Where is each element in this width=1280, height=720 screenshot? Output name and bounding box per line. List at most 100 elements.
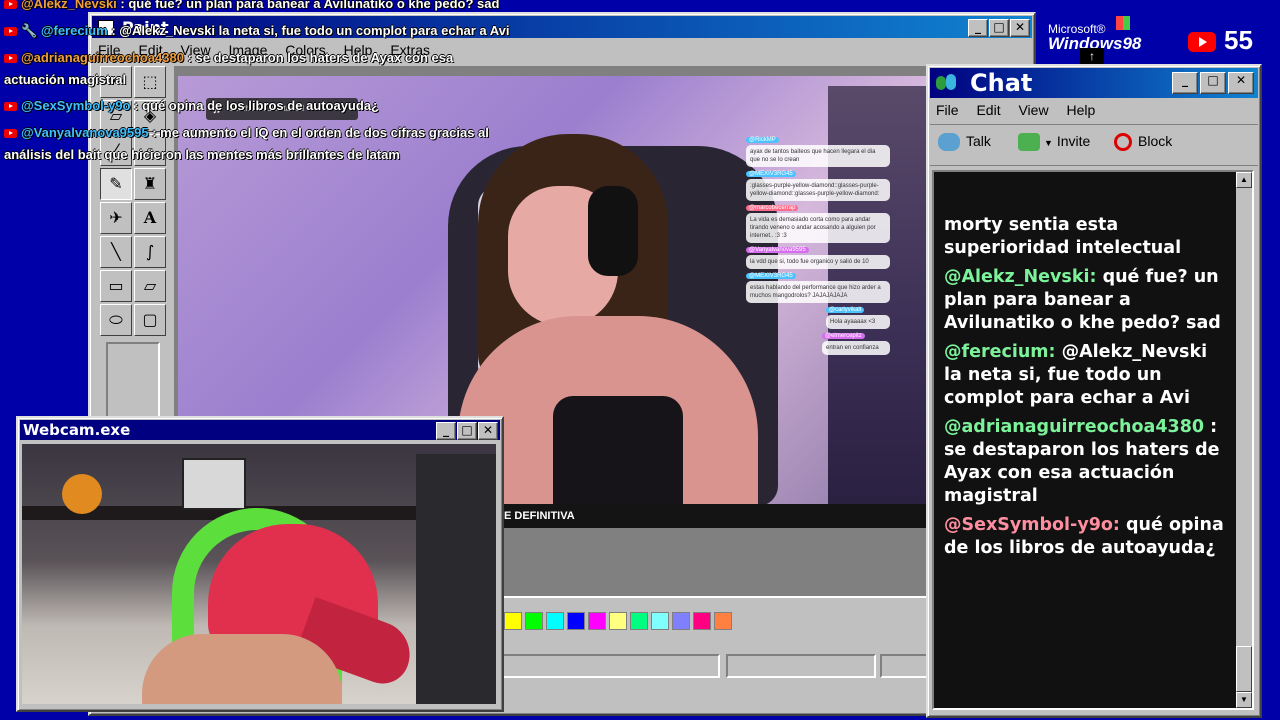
youtube-count: 55 xyxy=(1224,25,1253,55)
youtube-play-icon xyxy=(1199,37,1207,47)
webcam-title: Webcam.exe xyxy=(23,421,131,439)
chat-message: @ferecium: @Alekz_Nevski la neta si, fue… xyxy=(944,342,1208,408)
chat-titlebar[interactable]: Chat _ □ ✕ xyxy=(930,68,1258,98)
invite-icon xyxy=(1018,133,1040,152)
chat-menu-edit[interactable]: Edit xyxy=(976,102,1000,118)
cursor-icon: ↑ xyxy=(1080,48,1104,64)
chat-minimize-button[interactable]: _ xyxy=(1172,72,1198,94)
bubble: @carlyvikalt Hola ayaaaax <3 xyxy=(746,306,890,329)
palette-swatch[interactable] xyxy=(651,612,669,630)
bubble: @MEXIV3RG45:glasses-purple-yellow-diamon… xyxy=(746,170,890,201)
overlay-chat-line-cont: actuación magistral xyxy=(4,72,127,87)
chat-message-area: ▲ ▼ morty sentia esta superioridad intel… xyxy=(932,170,1254,710)
palette-swatch[interactable] xyxy=(588,612,606,630)
stream-chat-bubbles: @RickMP ayax de tantos baiteos que hacen … xyxy=(746,136,890,358)
talk-button[interactable]: Talk xyxy=(938,133,991,152)
youtube-icon xyxy=(4,129,17,139)
youtube-icon xyxy=(4,0,17,10)
webcam-window: Webcam.exe _ □ ✕ xyxy=(16,416,504,712)
scroll-up-arrow-icon[interactable]: ▲ xyxy=(1236,172,1252,188)
chat-menu-file[interactable]: File xyxy=(936,102,959,118)
block-button[interactable]: Block xyxy=(1114,133,1172,152)
brush-tool-icon[interactable]: ♜ xyxy=(134,168,166,200)
youtube-icon xyxy=(4,54,17,64)
status-pane-1 xyxy=(502,654,720,678)
webcam-box xyxy=(182,458,246,510)
chat-message: @SexSymbol-y9o: qué opina de los libros … xyxy=(944,515,1224,558)
chat-username: @SexSymbol-y9o: xyxy=(944,515,1120,535)
block-icon xyxy=(1114,133,1132,152)
banner-text: E DEFINITIVA xyxy=(504,510,575,522)
scroll-thumb[interactable] xyxy=(1236,646,1252,692)
chat-message: morty sentia esta superioridad intelectu… xyxy=(944,215,1182,258)
bubble: @MEXIV3RG45 estas hablando del performanc… xyxy=(746,272,890,303)
palette-swatch[interactable] xyxy=(714,612,732,630)
chat-close-button[interactable]: ✕ xyxy=(1228,72,1254,94)
paint-minimize-button[interactable]: _ xyxy=(968,19,988,37)
rectangle-tool-icon[interactable]: ▭ xyxy=(100,270,132,302)
chat-messages: morty sentia esta superioridad intelectu… xyxy=(944,214,1228,566)
overlay-chat-line: @adrianaguirreochoa4380 : se destaparon … xyxy=(4,50,453,65)
chat-menu-help[interactable]: Help xyxy=(1066,102,1095,118)
overlay-chat-line-cont: análisis del bait que hicieron las mente… xyxy=(4,147,400,162)
bubble: @RickMP ayax de tantos baiteos que hacen … xyxy=(746,136,890,167)
bubble: @marcobecerrap La vida es demasiado corta… xyxy=(746,204,890,243)
dropdown-arrow-icon: ▼ xyxy=(1044,138,1053,148)
webcam-titlebar[interactable]: Webcam.exe _ □ ✕ xyxy=(20,420,500,440)
webcam-figures xyxy=(62,474,102,514)
line-tool-icon[interactable]: ╲ xyxy=(100,236,132,268)
chat-scrollbar[interactable]: ▲ ▼ xyxy=(1236,172,1252,708)
palette-swatch[interactable] xyxy=(525,612,543,630)
chat-title: Chat xyxy=(970,69,1033,97)
paint-close-button[interactable]: ✕ xyxy=(1010,19,1030,37)
bubble: @Vanyalvanova9595 la vdd que si, todo fue… xyxy=(746,246,890,269)
tool-options-box[interactable] xyxy=(106,342,160,426)
paint-maximize-button[interactable]: □ xyxy=(989,19,1009,37)
palette-swatch[interactable] xyxy=(546,612,564,630)
text-tool-icon[interactable]: A xyxy=(134,202,166,234)
webcam-feed[interactable] xyxy=(22,444,496,704)
webcam-maximize-button[interactable]: □ xyxy=(457,422,477,440)
bubble: @elmercepitz entran en confianza xyxy=(746,332,890,355)
rounded-rect-tool-icon[interactable]: ▢ xyxy=(134,304,166,336)
overlay-chat-line: @SexSymbol-y9o : qué opina de los libros… xyxy=(4,98,379,113)
overlay-chat-line: @Alekz_Nevski : qué fue? un plan para ba… xyxy=(4,0,499,11)
streamer-top xyxy=(553,396,683,504)
rect-select-tool-icon[interactable]: ⬚ xyxy=(134,66,166,98)
chat-maximize-button[interactable]: □ xyxy=(1200,72,1226,94)
webcam-minimize-button[interactable]: _ xyxy=(436,422,456,440)
status-pane-2 xyxy=(726,654,876,678)
palette-swatch[interactable] xyxy=(693,612,711,630)
ellipse-tool-icon[interactable]: ⬭ xyxy=(100,304,132,336)
chat-message: @adrianaguirreochoa4380 : se destaparon … xyxy=(944,417,1220,506)
youtube-icon xyxy=(4,27,17,37)
youtube-icon xyxy=(4,102,17,112)
wrench-icon: 🔧 xyxy=(21,23,38,38)
chat-menu-view[interactable]: View xyxy=(1018,102,1048,118)
curve-tool-icon[interactable]: ∫ xyxy=(134,236,166,268)
invite-button[interactable]: ▼ Invite xyxy=(1018,133,1090,152)
palette-swatch[interactable] xyxy=(609,612,627,630)
palette-swatch[interactable] xyxy=(567,612,585,630)
chat-username: @adrianaguirreochoa4380 xyxy=(944,417,1205,437)
pencil-tool-icon[interactable]: ✎ xyxy=(100,168,132,200)
chat-people-icon xyxy=(936,74,960,92)
webcam-close-button[interactable]: ✕ xyxy=(478,422,498,440)
webcam-shelf-right xyxy=(416,454,496,704)
talk-icon xyxy=(938,133,960,152)
paint-toolbox: ✂ ⬚ ▱ ◈ ⁄ ⌕ ✎ ♜ ✈ A ╲ ∫ ▭ ▱ ⬭ ▢ xyxy=(96,66,172,446)
polygon-tool-icon[interactable]: ▱ xyxy=(134,270,166,302)
chat-window: Chat _ □ ✕ File Edit View Help Talk ▼ In… xyxy=(926,64,1262,718)
overlay-chat-line: @Vanyalvanova9595 : me aumento el IQ en … xyxy=(4,125,489,140)
webcam-face xyxy=(142,634,342,704)
overlay-chat-line: 🔧 @ferecium : @Alekz_Nevski la neta si, … xyxy=(4,23,510,39)
palette-swatch[interactable] xyxy=(630,612,648,630)
palette-swatch[interactable] xyxy=(504,612,522,630)
palette-swatch[interactable] xyxy=(672,612,690,630)
headphones xyxy=(588,186,638,276)
chat-toolbar: Talk ▼ Invite Block xyxy=(930,124,1258,166)
scroll-down-arrow-icon[interactable]: ▼ xyxy=(1236,692,1252,708)
airbrush-tool-icon[interactable]: ✈ xyxy=(100,202,132,234)
chat-username: @ferecium: xyxy=(944,342,1056,362)
chat-message: @Alekz_Nevski: qué fue? un plan para ban… xyxy=(944,267,1221,333)
